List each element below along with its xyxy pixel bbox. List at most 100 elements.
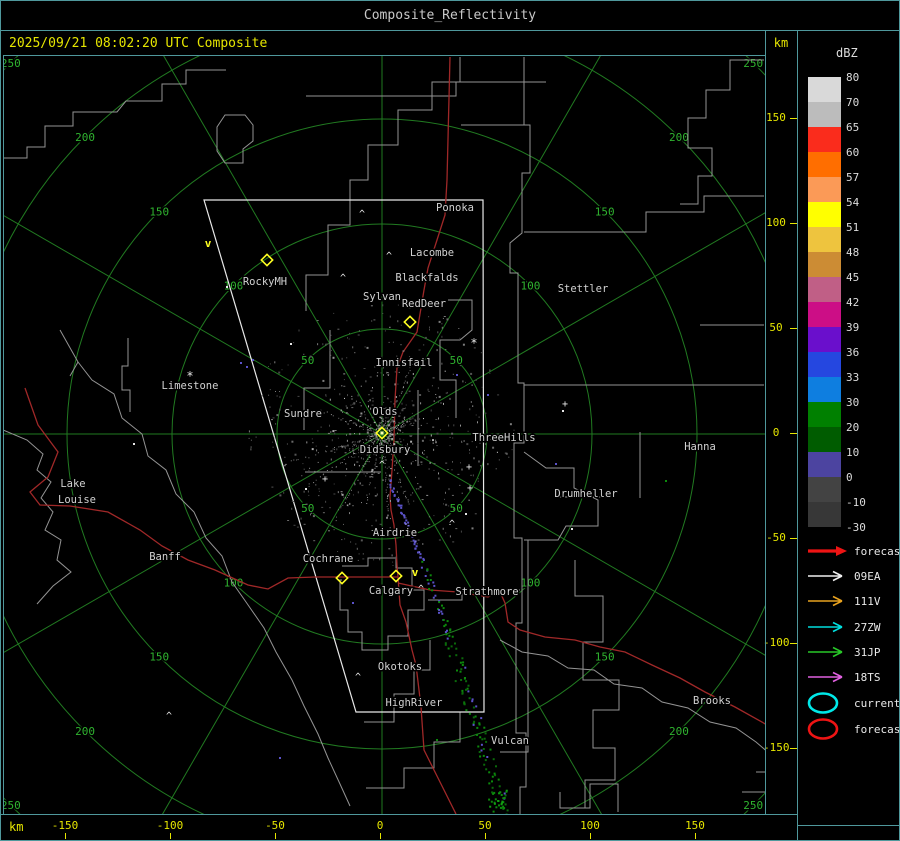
radar-echo-pixel — [368, 484, 370, 486]
radar-echo-pixel — [420, 402, 422, 405]
current-ellipse-icon — [807, 692, 839, 714]
streak-echo-pixel — [497, 800, 500, 802]
radar-echo-pixel — [355, 400, 357, 402]
radar-echo-pixel — [355, 543, 357, 545]
radar-echo-pixel — [398, 371, 400, 373]
streak-echo-pixel — [485, 768, 488, 771]
radar-echo-pixel — [415, 454, 417, 456]
radar-echo-pixel — [354, 482, 356, 484]
radar-echo-pixel — [384, 330, 386, 332]
radar-echo-pixel — [303, 353, 305, 355]
radar-echo-pixel — [460, 462, 461, 464]
radar-echo-pixel — [346, 439, 348, 442]
streak-echo-pixel — [476, 726, 479, 729]
radar-echo-pixel — [278, 371, 281, 374]
radar-echo-pixel — [333, 529, 335, 531]
radar-echo-pixel — [373, 319, 376, 321]
colorbar-tick-label: 10 — [846, 446, 860, 459]
radar-echo-pixel — [457, 473, 460, 475]
radar-echo-pixel — [342, 411, 343, 413]
radar-echo-pixel — [386, 467, 388, 469]
spot-marker-plus: + — [467, 483, 473, 494]
right-axis-tick — [790, 748, 797, 749]
radar-echo-pixel — [368, 435, 370, 437]
radar-echo-pixel — [451, 432, 454, 435]
city-label: Lacombe — [410, 247, 454, 259]
radar-echo-pixel — [373, 422, 375, 424]
range-ring-label: 100 — [521, 280, 541, 293]
radar-echo-pixel — [375, 459, 377, 461]
radar-echo-pixel — [326, 470, 328, 471]
radar-echo-pixel — [351, 442, 353, 444]
radar-echo-pixel — [470, 474, 473, 476]
radar-echo-pixel — [374, 464, 376, 466]
streak-echo-pixel — [449, 628, 452, 631]
radar-echo-pixel — [417, 539, 420, 541]
radar-echo-pixel — [346, 320, 348, 322]
radar-echo-pixel — [397, 320, 399, 323]
streak-echo-pixel — [450, 645, 453, 648]
radar-echo-pixel — [432, 439, 434, 442]
radar-echo-pixel — [386, 516, 388, 519]
radar-echo-pixel — [360, 426, 362, 427]
radar-echo-pixel — [274, 437, 276, 439]
colorbar-tick-label: 36 — [846, 346, 860, 359]
radar-echo-pixel — [445, 532, 447, 534]
radar-echo-pixel — [313, 540, 316, 542]
radar-echo-pixel — [354, 433, 355, 435]
spot-marker-caret: ^ — [386, 251, 392, 262]
radar-echo-pixel — [366, 472, 368, 474]
radar-echo-pixel — [332, 430, 335, 433]
radar-echo-pixel — [390, 433, 392, 435]
streak-echo-pixel — [460, 679, 463, 681]
radar-echo-pixel — [475, 414, 477, 416]
radar-echo-pixel — [441, 335, 443, 338]
colorbar-tick-label: 70 — [846, 96, 860, 109]
radar-echo-pixel — [448, 513, 450, 515]
radar-echo-pixel — [399, 438, 401, 440]
radar-echo-pixel — [350, 541, 352, 543]
radar-echo-pixel — [372, 504, 374, 506]
radar-echo-pixel — [372, 400, 374, 403]
radar-echo-pixel — [362, 439, 364, 440]
radar-echo-pixel — [388, 466, 390, 468]
radar-echo-pixel — [330, 450, 332, 452]
site-diamond-marker — [335, 571, 349, 585]
radar-echo-pixel — [417, 443, 419, 444]
streak-echo-pixel — [471, 700, 474, 703]
radar-echo-pixel — [357, 334, 360, 336]
radar-echo-pixel — [362, 469, 364, 471]
radar-echo-pixel — [296, 459, 297, 461]
radar-echo-pixel — [393, 420, 396, 422]
echo-speck — [279, 757, 281, 759]
radar-echo-pixel — [319, 476, 321, 478]
radar-echo-pixel — [410, 422, 412, 424]
radar-echo-pixel — [400, 425, 402, 427]
radar-echo-pixel — [343, 379, 345, 381]
radar-echo-pixel — [382, 479, 384, 481]
radar-echo-pixel — [346, 468, 348, 470]
legend-label: 31JP — [854, 645, 881, 659]
radar-echo-pixel — [368, 394, 370, 396]
radar-echo-pixel — [436, 432, 439, 435]
radar-echo-pixel — [366, 503, 368, 504]
radar-echo-pixel — [368, 405, 369, 408]
spot-marker-caret: ^ — [355, 672, 361, 683]
radar-echo-pixel — [356, 425, 358, 426]
radar-echo-pixel — [352, 505, 354, 507]
radar-echo-pixel — [460, 424, 461, 427]
radar-echo-pixel — [365, 475, 367, 477]
streak-echo-pixel — [506, 809, 509, 812]
radar-echo-pixel — [445, 392, 448, 394]
radar-echo-pixel — [370, 430, 372, 432]
radar-echo-pixel — [386, 498, 388, 500]
colorbar-tick-label: 0 — [846, 471, 853, 484]
radar-echo-pixel — [366, 494, 368, 496]
radar-echo-pixel — [394, 371, 396, 373]
radar-map[interactable]: 50 50 50 50 100 100 100 100 150 150 150 150 200 200 20… — [0, 0, 900, 841]
radar-echo-pixel — [412, 404, 415, 407]
radar-map-canvas[interactable]: 50 5050 50100 100100 100150 150150 150200 20020… — [0, 0, 900, 841]
radar-echo-pixel — [248, 437, 250, 439]
boundary-line — [121, 338, 131, 412]
streak-echo-pixel — [464, 666, 467, 669]
